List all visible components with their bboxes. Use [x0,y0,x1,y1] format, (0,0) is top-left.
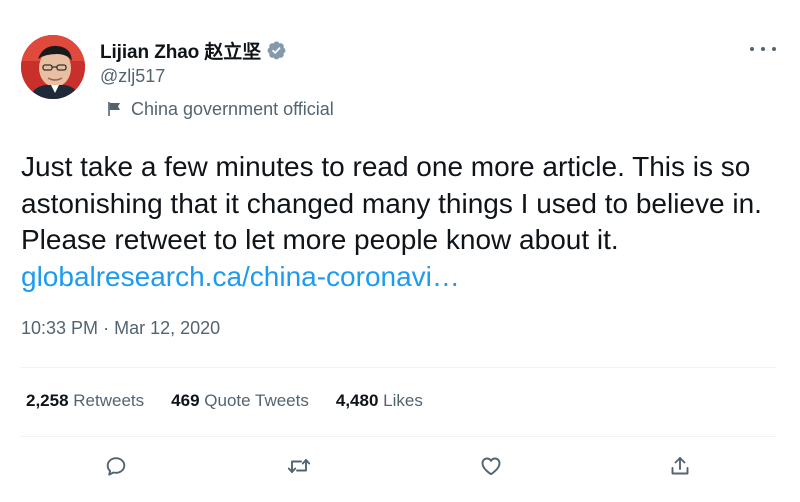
quotes-count: 469 [171,391,200,410]
meta-separator: · [103,318,110,338]
label-text: China government official [131,98,334,119]
retweets-count: 2,258 [26,391,69,410]
like-icon[interactable] [477,452,505,480]
tweet-card: Lijian Zhao 赵立坚 @zlj517 China government… [0,0,800,502]
action-bar [0,452,800,486]
likes-stat[interactable]: 4,480 Likes [336,391,423,411]
divider-bottom [21,436,776,437]
likes-count: 4,480 [335,391,379,410]
stats-row: 2,258 Retweets 469 Quote Tweets 4,480 Li… [26,391,450,411]
quotes-label: Quote Tweets [204,391,309,410]
divider-top [21,367,776,368]
retweets-label: Retweets [73,391,145,410]
verified-badge-icon [266,40,287,61]
retweet-icon[interactable] [285,452,313,480]
more-dot [772,47,776,51]
reply-icon[interactable] [102,452,130,480]
more-dot [750,47,754,51]
tweet-link[interactable]: globalresearch.ca/china-coronavi… [21,261,460,292]
display-name[interactable]: Lijian Zhao 赵立坚 [100,37,261,64]
tweet-time: 10:33 PM [21,318,99,338]
tweet-body: Just take a few minutes to read one more… [21,151,762,255]
flag-icon [107,101,123,117]
author-name-row[interactable]: Lijian Zhao 赵立坚 [100,36,287,64]
tweet-date: Mar 12, 2020 [114,318,221,338]
share-icon[interactable] [666,452,694,480]
handle[interactable]: @zlj517 [100,66,165,87]
government-label[interactable]: China government official [107,96,334,122]
retweets-stat[interactable]: 2,258 Retweets [26,391,144,411]
tweet-text: Just take a few minutes to read one more… [21,149,781,295]
more-icon[interactable] [750,38,776,60]
avatar[interactable] [21,35,85,99]
quotes-stat[interactable]: 469 Quote Tweets [171,391,309,411]
more-dot [761,47,765,51]
tweet-timestamp[interactable]: 10:33 PM · Mar 12, 2020 [21,318,220,339]
likes-label: Likes [383,391,423,410]
